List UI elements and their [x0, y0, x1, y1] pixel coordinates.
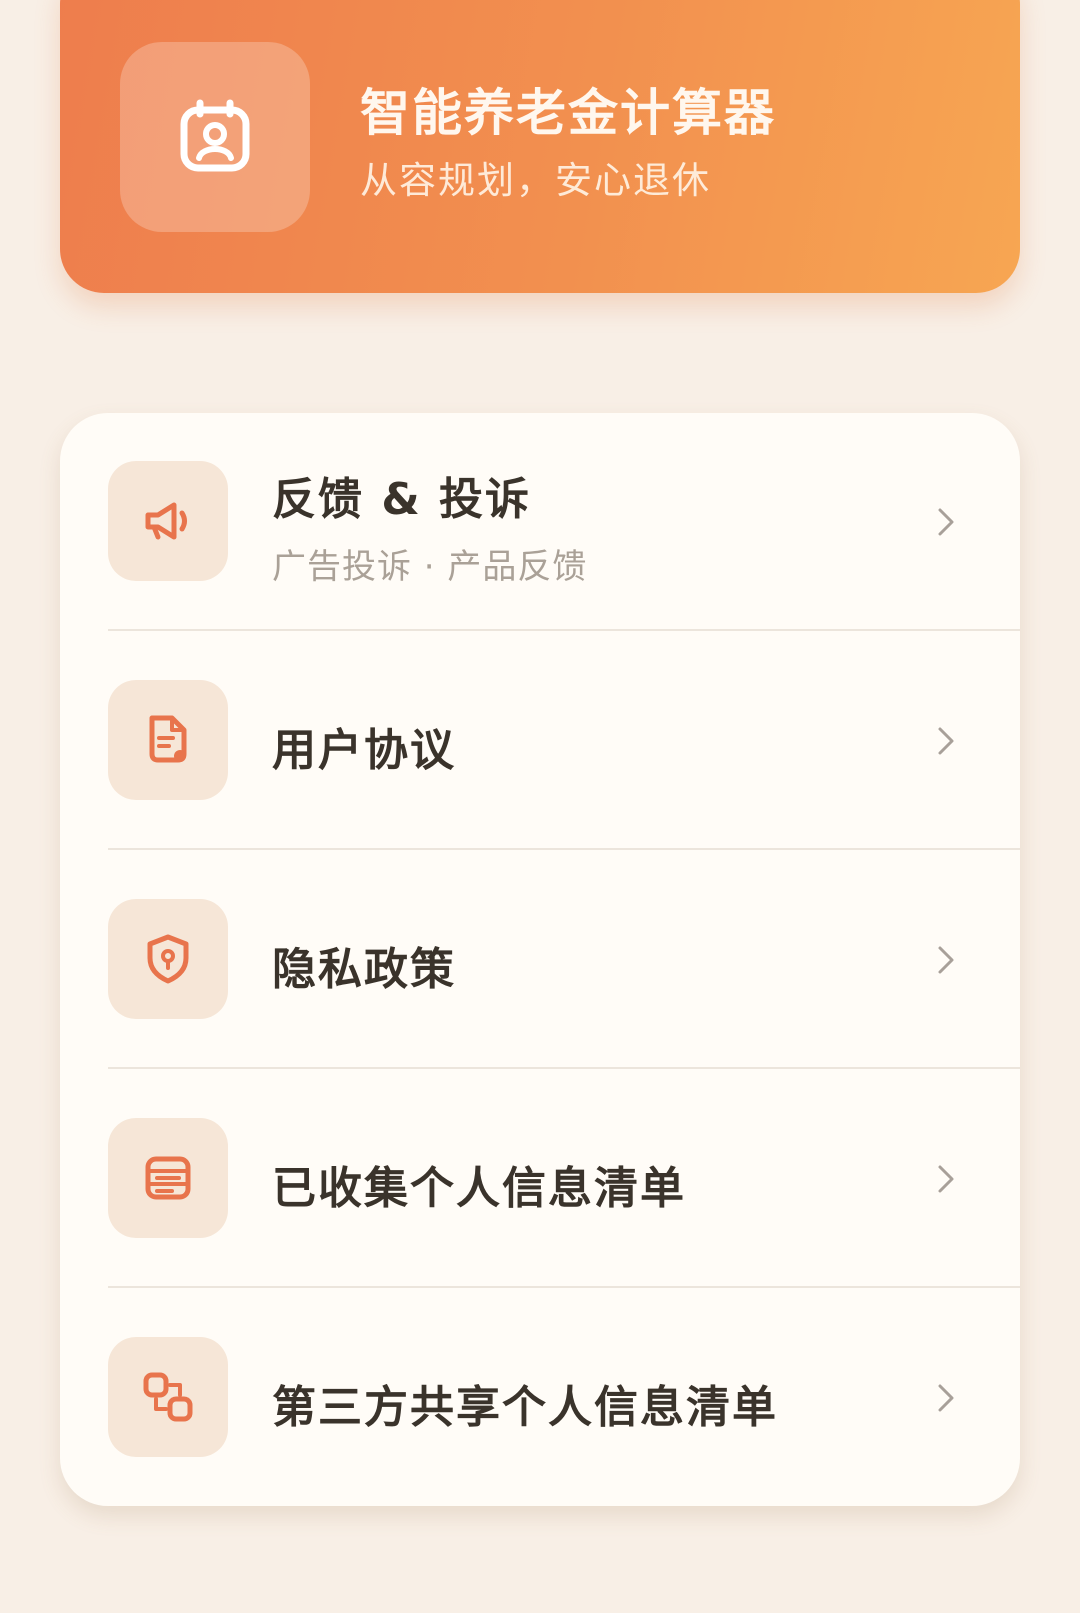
- divider: [108, 629, 1020, 631]
- menu-item-subtitle: 广告投诉 · 产品反馈: [272, 547, 588, 587]
- icon-tile: [108, 1337, 228, 1457]
- menu-item-title: 隐私政策: [272, 944, 456, 995]
- megaphone-icon: [145, 502, 187, 540]
- icon-tile: [108, 461, 228, 581]
- menu-item-title: 已收集个人信息清单: [272, 1163, 686, 1214]
- menu-item-privacy-policy[interactable]: 隐私政策: [60, 851, 1020, 1069]
- app-logo-tile: [120, 42, 310, 232]
- menu-item-title: 反馈 & 投诉: [272, 474, 532, 525]
- list-icon: [145, 1156, 191, 1200]
- share-icon: [143, 1372, 193, 1422]
- app-slogan: 从容规划，安心退休: [360, 159, 711, 202]
- chevron-right-icon: [938, 1384, 954, 1412]
- icon-tile: [108, 680, 228, 800]
- menu-item-title: 用户协议: [272, 725, 456, 776]
- chevron-right-icon: [938, 1165, 954, 1193]
- icon-tile: [108, 1118, 228, 1238]
- menu-item-user-agreement[interactable]: 用户协议: [60, 632, 1020, 850]
- chevron-right-icon: [938, 508, 954, 536]
- menu-item-title: 第三方共享个人信息清单: [272, 1382, 778, 1433]
- document-icon: [149, 715, 187, 763]
- app-title: 智能养老金计算器: [360, 84, 776, 142]
- menu-item-collected-info-list[interactable]: 已收集个人信息清单: [60, 1070, 1020, 1288]
- divider: [108, 1067, 1020, 1069]
- user-id-card-icon: [180, 99, 250, 172]
- shield-icon: [147, 934, 189, 984]
- chevron-right-icon: [938, 727, 954, 755]
- icon-tile: [108, 899, 228, 1019]
- menu-item-third-party-sharing-list[interactable]: 第三方共享个人信息清单: [60, 1289, 1020, 1506]
- chevron-right-icon: [938, 946, 954, 974]
- divider: [108, 848, 1020, 850]
- menu-item-feedback[interactable]: 反馈 & 投诉 广告投诉 · 产品反馈: [60, 413, 1020, 631]
- app-header-banner: 智能养老金计算器 从容规划，安心退休: [60, 0, 1020, 293]
- settings-menu-card: 反馈 & 投诉 广告投诉 · 产品反馈 用户协议 隐私政策 已收集个人信息清单 …: [60, 413, 1020, 1506]
- divider: [108, 1286, 1020, 1288]
